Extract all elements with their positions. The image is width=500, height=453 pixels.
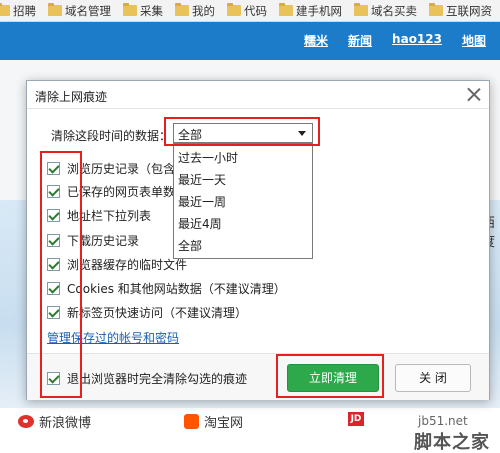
nav-link-nuomi[interactable]: 糯米: [304, 32, 328, 49]
option-browsing-history[interactable]: 浏览历史记录（包含: [47, 159, 175, 177]
checkbox-checked[interactable]: [47, 257, 60, 271]
nav-link-map[interactable]: 地图: [462, 32, 486, 49]
time-range-value: 全部: [178, 128, 203, 142]
option-new-tab-access[interactable]: 新标签页快速访问（不建议清理）: [47, 303, 247, 321]
dialog-footer: 退出浏览器时完全清除勾选的痕迹 立即清理 关 闭: [27, 353, 489, 400]
option-cache-files[interactable]: 浏览器缓存的临时文件: [47, 255, 187, 273]
bookmark-item[interactable]: 域名买卖: [350, 0, 425, 21]
bottom-link-jd[interactable]: JD: [348, 412, 369, 426]
dropdown-option[interactable]: 过去一小时: [178, 149, 238, 166]
bottom-link-weibo[interactable]: 新浪微博: [18, 412, 91, 431]
dropdown-option[interactable]: 最近一天: [178, 171, 226, 188]
bookmark-item[interactable]: 代码: [223, 0, 275, 21]
bookmark-item[interactable]: 采集: [119, 0, 171, 21]
dropdown-option[interactable]: 最近4周: [178, 215, 222, 232]
chevron-down-icon: [298, 131, 306, 136]
dropdown-option[interactable]: 全部: [178, 237, 202, 254]
time-range-select[interactable]: 全部: [173, 123, 313, 143]
bookmark-item[interactable]: 建手机网: [275, 0, 350, 21]
folder-icon: [429, 3, 443, 16]
folder-icon: [227, 3, 241, 16]
clear-history-dialog: 清除上网痕迹 清除这段时间的数据： 全部 过去一小时 最近一天 最近一周 最近4…: [26, 80, 490, 400]
weibo-icon: [18, 415, 34, 428]
bookmark-item[interactable]: 招聘: [0, 0, 44, 21]
option-download-history[interactable]: 下载历史记录: [47, 231, 139, 249]
bottom-link-taobao[interactable]: 淘宝网: [184, 412, 243, 431]
folder-icon: [354, 3, 368, 16]
page-header: 糯米 新闻 hao123 地图: [0, 22, 500, 60]
bookmarks-bar: 招聘 域名管理 采集 我的 代码 建手机网 域名买卖 互联网资: [0, 0, 500, 22]
page-nav: 糯米 新闻 hao123 地图: [304, 32, 486, 49]
manage-passwords-link[interactable]: 管理保存过的帐号和密码: [47, 329, 179, 346]
checkbox-checked[interactable]: [47, 281, 60, 295]
folder-icon: [175, 3, 189, 16]
option-form-data[interactable]: 已保存的网页表单数: [47, 182, 175, 200]
bookmark-item[interactable]: 互联网资: [425, 0, 500, 21]
close-icon[interactable]: [466, 87, 481, 102]
option-clear-on-exit[interactable]: 退出浏览器时完全清除勾选的痕迹: [47, 370, 247, 387]
nav-link-hao123[interactable]: hao123: [392, 32, 442, 49]
option-cookies[interactable]: Cookies 和其他网站数据（不建议清理）: [47, 279, 286, 297]
checkbox-checked[interactable]: [47, 208, 60, 222]
dropdown-option[interactable]: 最近一周: [178, 193, 226, 210]
watermark-url: jb51.net: [418, 414, 468, 428]
watermark-name: 脚本之家: [414, 432, 490, 453]
clear-now-button[interactable]: 立即清理: [287, 364, 379, 392]
close-button[interactable]: 关 闭: [395, 364, 471, 392]
time-range-dropdown: 过去一小时 最近一天 最近一周 最近4周 全部: [173, 143, 313, 259]
checkbox-checked[interactable]: [47, 184, 60, 198]
taobao-icon: [184, 414, 199, 429]
folder-icon: [123, 3, 137, 16]
folder-icon: [48, 3, 62, 16]
folder-icon: [0, 3, 10, 16]
checkbox-checked[interactable]: [47, 233, 60, 247]
bookmark-item[interactable]: 我的: [171, 0, 223, 21]
dialog-titlebar: 清除上网痕迹: [27, 81, 489, 109]
nav-link-news[interactable]: 新闻: [348, 32, 372, 49]
option-address-bar-list[interactable]: 地址栏下拉列表: [47, 206, 151, 224]
checkbox-checked[interactable]: [47, 305, 60, 319]
time-range-label: 清除这段时间的数据：: [51, 129, 172, 143]
dialog-title: 清除上网痕迹: [35, 90, 108, 104]
bookmark-item[interactable]: 域名管理: [44, 0, 119, 21]
checkbox-checked[interactable]: [47, 372, 60, 385]
checkbox-checked[interactable]: [47, 161, 60, 175]
folder-icon: [279, 3, 293, 16]
jd-icon: JD: [348, 412, 364, 426]
